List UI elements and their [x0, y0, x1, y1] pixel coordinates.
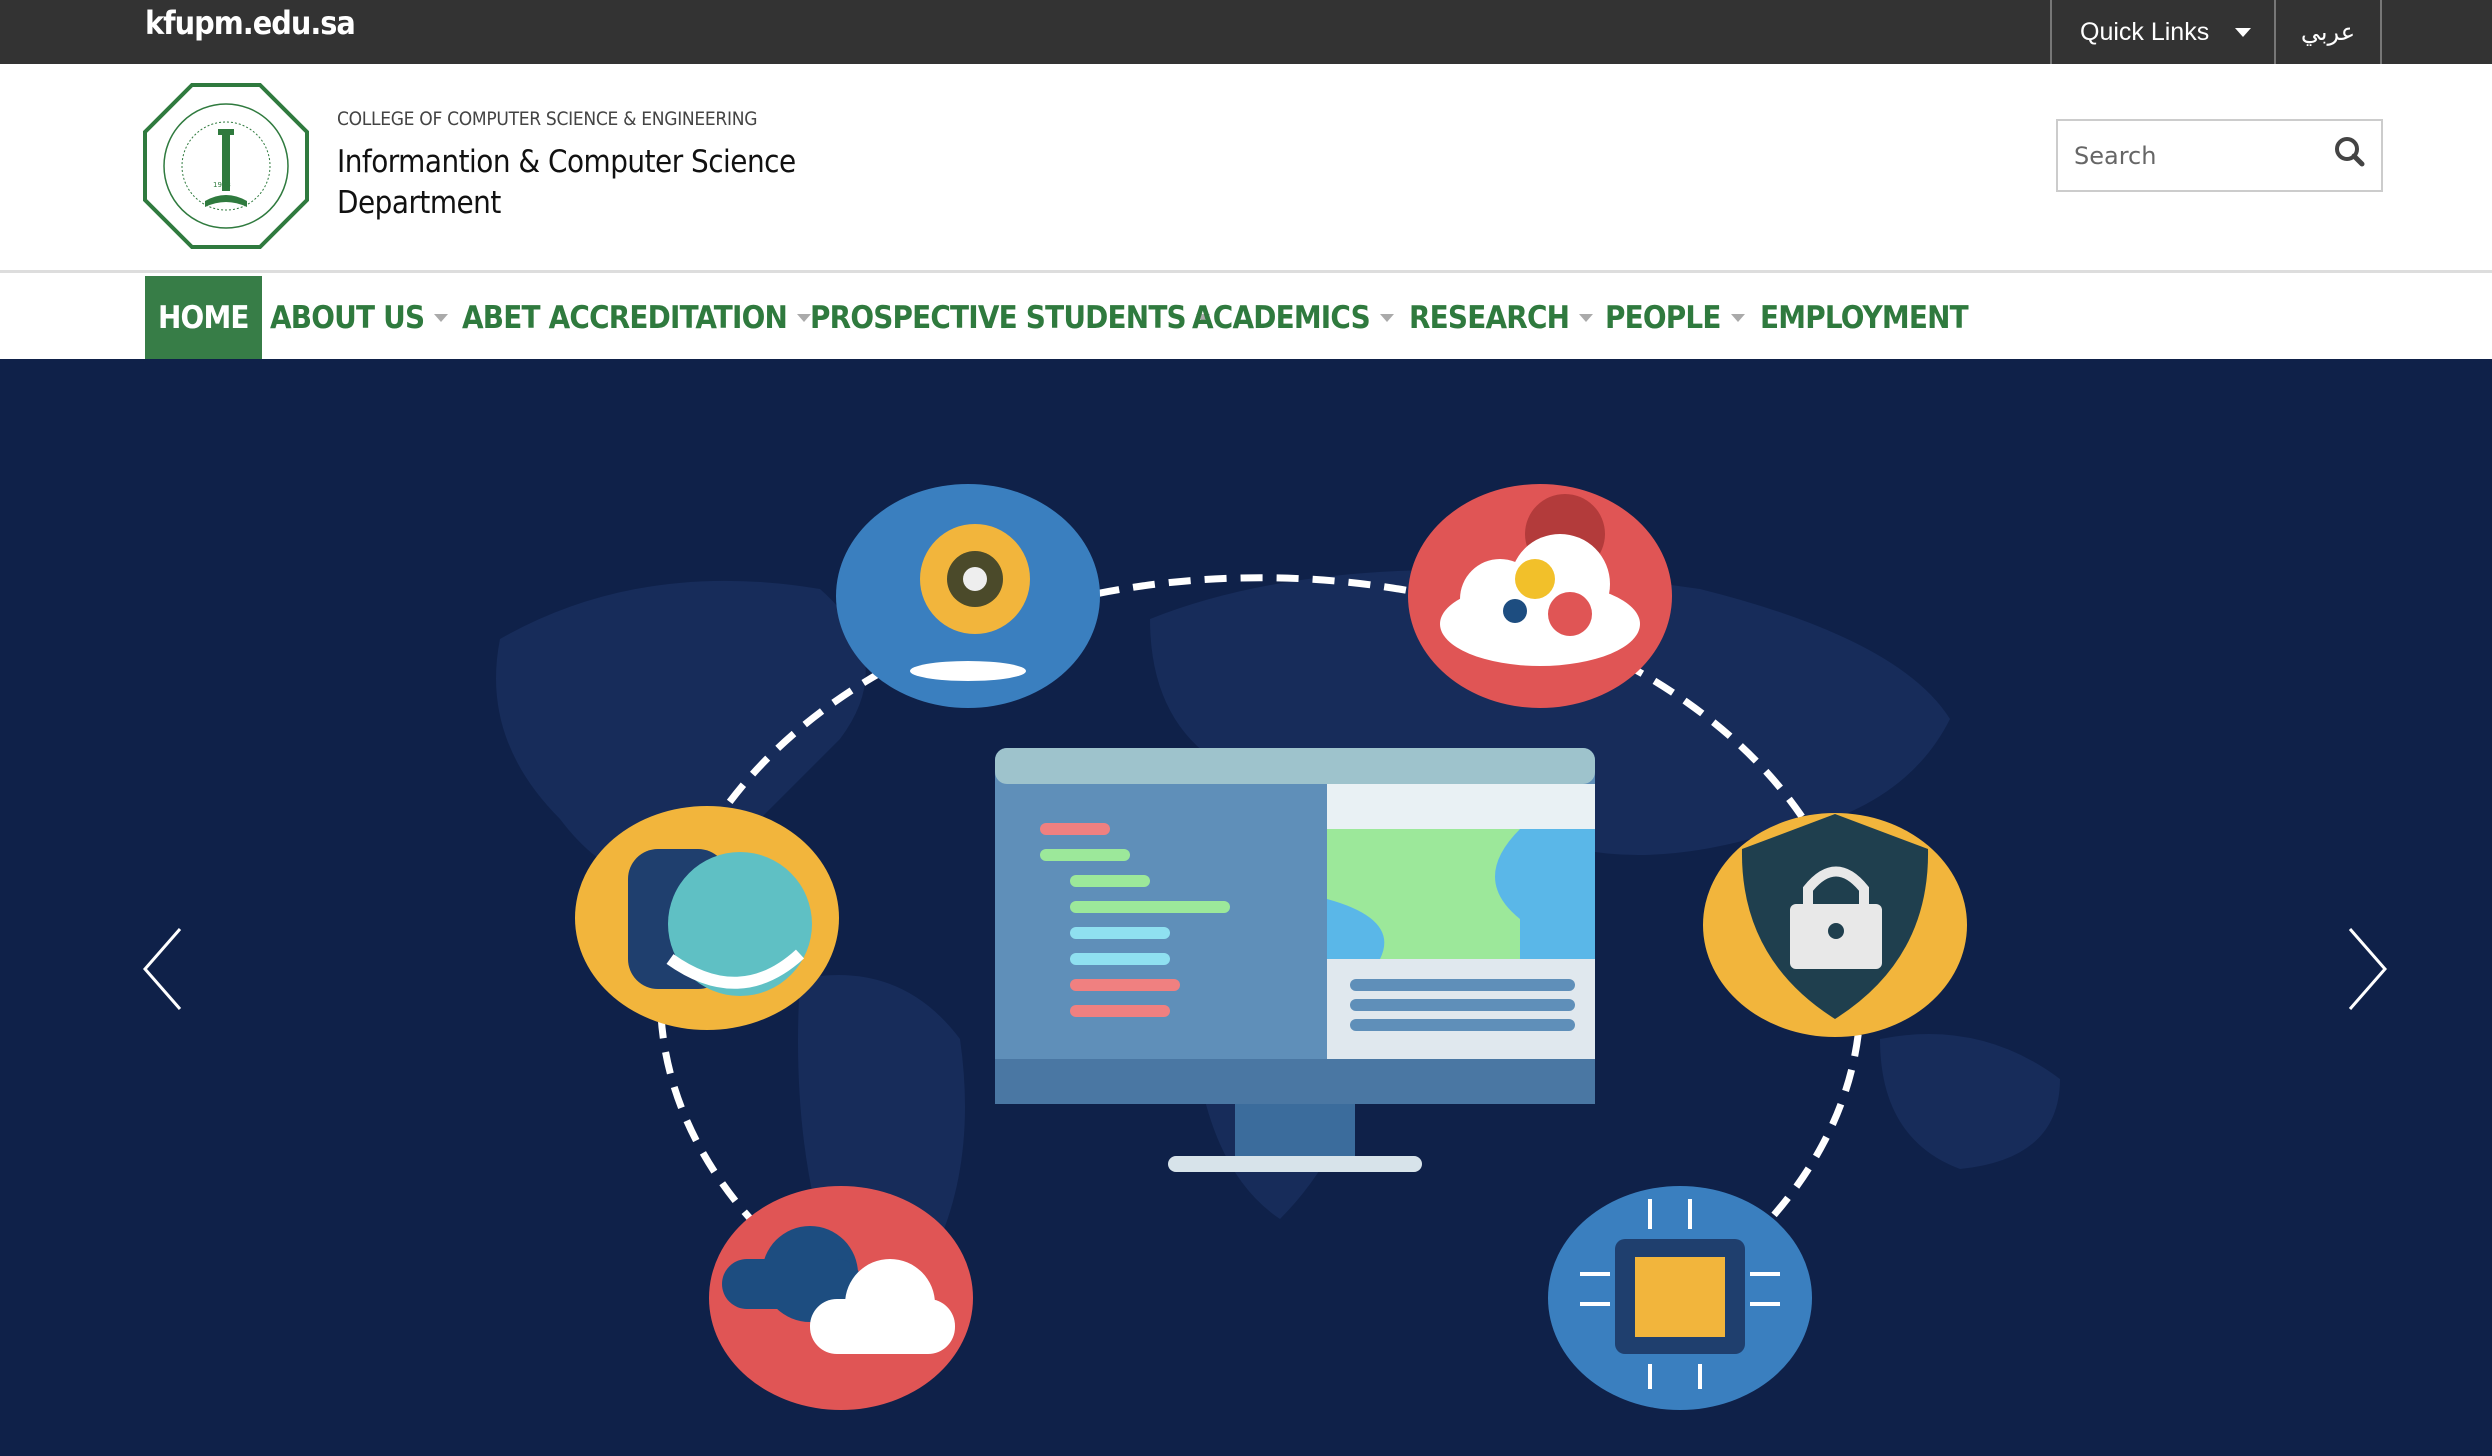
- hero-carousel: [0, 359, 2492, 1456]
- nav-home[interactable]: HOME: [145, 276, 262, 359]
- nav-label: PROSPECTIVE STUDENTS: [810, 299, 1187, 336]
- nav-label: RESEARCH: [1409, 299, 1570, 336]
- search-input[interactable]: [2074, 141, 2324, 170]
- shield-lock-icon: [1703, 813, 1967, 1037]
- nav-people[interactable]: PEOPLE: [1605, 276, 1745, 359]
- ai-head-icon: [836, 484, 1100, 708]
- cloud-gears-icon: [1408, 484, 1672, 708]
- main-nav: HOME ABOUT US ABET ACCREDITATION PROSPEC…: [0, 276, 2492, 359]
- kfupm-logo[interactable]: 1963: [143, 83, 309, 249]
- svg-text:1963: 1963: [213, 181, 231, 189]
- caret-down-icon: [2235, 27, 2252, 37]
- site-link[interactable]: kfupm.edu.sa: [145, 4, 356, 42]
- nav-label: ACADEMICS: [1192, 299, 1371, 336]
- carousel-prev-arrow[interactable]: [140, 924, 200, 1014]
- nav-label: HOME: [158, 299, 249, 336]
- nav-research[interactable]: RESEARCH: [1409, 276, 1594, 359]
- nav-about-us[interactable]: ABOUT US: [270, 276, 449, 359]
- chip-icon: [1548, 1186, 1812, 1410]
- nav-label: PEOPLE: [1605, 299, 1721, 336]
- nav-abet-accreditation[interactable]: ABET ACCREDITATION: [462, 276, 812, 359]
- nav-label: ABET ACCREDITATION: [462, 299, 788, 336]
- department-title-line1: Informantion & Computer Science: [337, 144, 796, 180]
- department-title-line2: Department: [337, 185, 501, 221]
- quick-links-dropdown[interactable]: Quick Links: [2050, 0, 2276, 64]
- nav-employment[interactable]: EMPLOYMENT: [1760, 276, 1969, 359]
- site-header: 1963 COLLEGE OF COMPUTER SCIENCE & ENGIN…: [0, 64, 2492, 273]
- nav-academics[interactable]: ACADEMICS: [1192, 276, 1394, 359]
- search-icon[interactable]: [2333, 135, 2367, 169]
- nav-label: ABOUT US: [270, 299, 425, 336]
- top-bar: kfupm.edu.sa Quick Links عربي: [0, 0, 2492, 64]
- search-box: [2056, 119, 2383, 192]
- college-name: COLLEGE OF COMPUTER SCIENCE & ENGINEERIN…: [337, 108, 758, 130]
- hero-illustration: [496, 484, 2060, 1410]
- caret-down-icon: [1730, 313, 1745, 322]
- caret-down-icon: [1579, 313, 1594, 322]
- nav-label: EMPLOYMENT: [1760, 299, 1969, 336]
- department-title[interactable]: Informantion & Computer Science Departmen…: [337, 142, 796, 224]
- caret-down-icon: [797, 313, 812, 322]
- arabic-language-link[interactable]: عربي: [2276, 0, 2382, 64]
- nav-prospective-students[interactable]: PROSPECTIVE STUDENTS: [810, 276, 1210, 359]
- database-globe-icon: [575, 806, 839, 1030]
- cloud-sync-icon: [709, 1186, 973, 1410]
- carousel-next-arrow[interactable]: [2330, 924, 2390, 1014]
- caret-down-icon: [434, 313, 449, 322]
- monitor-code-icon: [995, 748, 1595, 1172]
- quick-links-label: Quick Links: [2080, 17, 2210, 46]
- caret-down-icon: [1379, 313, 1394, 322]
